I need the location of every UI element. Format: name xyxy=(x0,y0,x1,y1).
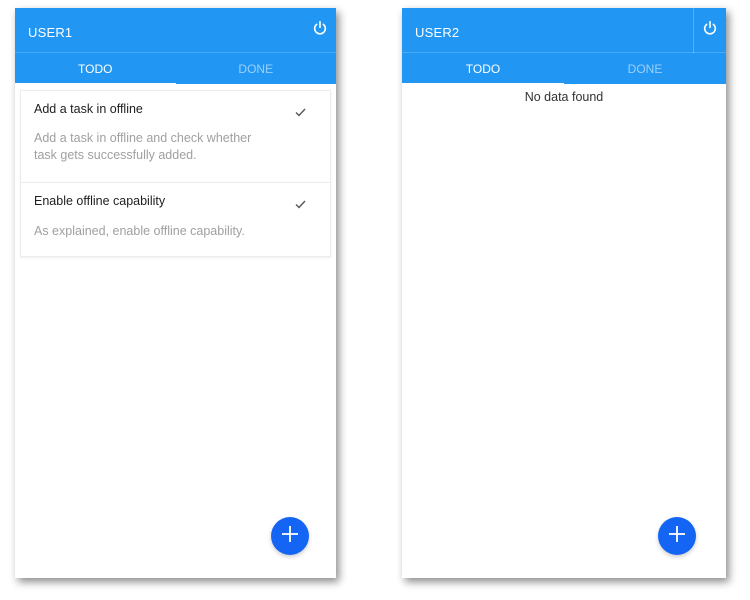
app-bar: USER2 TODO DONE xyxy=(402,8,726,85)
power-icon xyxy=(702,20,718,41)
logout-button[interactable] xyxy=(693,8,726,53)
power-icon xyxy=(312,20,328,41)
user-title: USER2 xyxy=(415,25,460,40)
tab-todo[interactable]: TODO xyxy=(15,53,176,85)
add-task-button[interactable] xyxy=(271,517,309,555)
tab-done[interactable]: DONE xyxy=(176,53,337,85)
task-description: Add a task in offline and check whether … xyxy=(34,131,252,162)
tab-bar: TODO DONE xyxy=(15,52,336,85)
tab-bar: TODO DONE xyxy=(402,52,726,85)
task-card[interactable]: Enable offline capability As explained, … xyxy=(20,182,331,257)
plus-icon xyxy=(281,525,299,548)
check-icon xyxy=(295,104,306,122)
add-task-button[interactable] xyxy=(658,517,696,555)
empty-state-message: No data found xyxy=(524,90,604,104)
app-bar: USER1 TODO DONE xyxy=(15,8,336,85)
plus-icon xyxy=(668,525,686,548)
task-card[interactable]: Add a task in offline Add a task in offl… xyxy=(20,90,331,183)
check-icon xyxy=(295,196,306,214)
screen-user2: USER2 TODO DONE No data found xyxy=(402,8,726,578)
user-title: USER1 xyxy=(28,25,73,40)
task-title: Add a task in offline xyxy=(34,102,143,116)
tab-done[interactable]: DONE xyxy=(564,53,726,85)
screen-user1: USER1 TODO DONE Add a task in offline Ad… xyxy=(15,8,336,578)
tab-todo[interactable]: TODO xyxy=(402,53,564,85)
logout-button[interactable] xyxy=(304,8,336,53)
task-description: As explained, enable offline capability. xyxy=(34,224,245,238)
mark-done-button[interactable] xyxy=(290,195,310,215)
mark-done-button[interactable] xyxy=(290,103,310,123)
task-title: Enable offline capability xyxy=(34,194,166,208)
